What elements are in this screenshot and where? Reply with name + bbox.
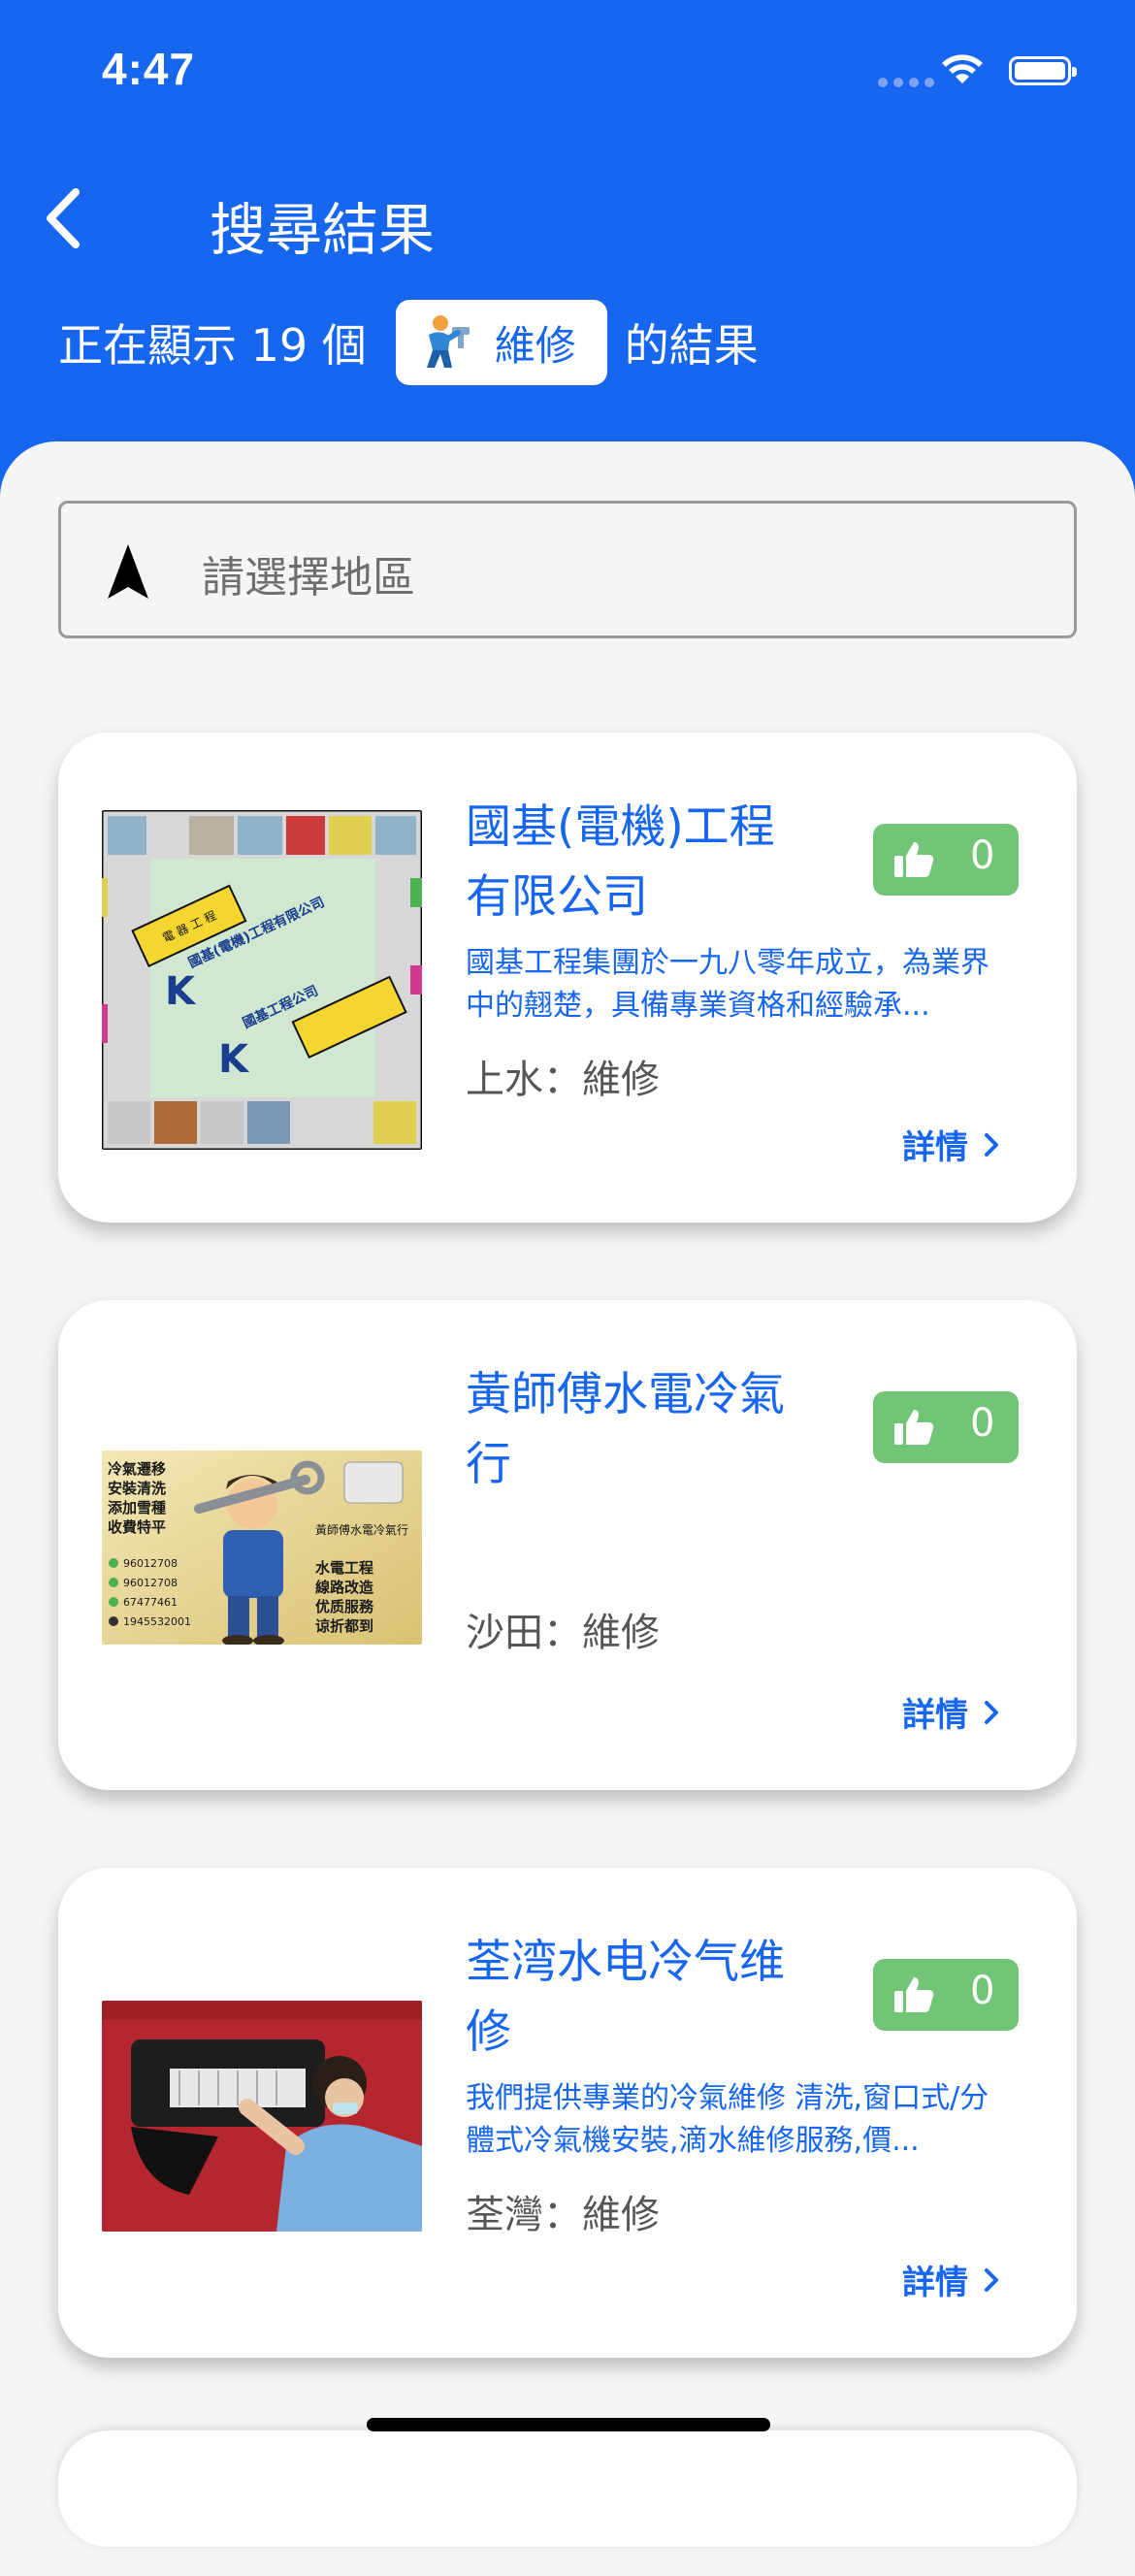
thumbnail-service-text: 線路改造 bbox=[315, 1579, 373, 1596]
listing-card[interactable]: 荃湾水电冷气维修 0 我們提供專業的冷氣維修 清洗,窗口式/分體式冷氣機安裝,滴… bbox=[58, 1868, 1077, 2358]
like-count: 0 bbox=[970, 833, 995, 878]
signal-icon bbox=[878, 78, 936, 89]
listing-name: 黃師傅水電冷氣行 bbox=[466, 1368, 785, 1491]
repair-worker-icon bbox=[426, 315, 470, 368]
listing-card[interactable]: 冷氣遷移 安裝清洗 添加雪種 收費特平 水電工程 線路改造 优质服務 谅折都到 … bbox=[58, 1300, 1077, 1790]
svg-text:K: K bbox=[165, 969, 197, 1014]
chevron-right-icon bbox=[985, 1132, 998, 1157]
thumbs-up-icon bbox=[894, 842, 934, 877]
back-button[interactable] bbox=[39, 184, 87, 252]
listing-card[interactable]: 電 器 工 程 國基(電機)工程有限公司 國基工程公司 K K 國基(電機)工程… bbox=[58, 733, 1077, 1223]
details-link[interactable]: 詳情 bbox=[902, 2256, 999, 2303]
thumbnail-service-text: 安裝清洗 bbox=[108, 1480, 166, 1497]
listing-location: 荃灣：維修 bbox=[466, 2193, 660, 2237]
summary-suffix: 的結果 bbox=[624, 319, 759, 372]
listing-card[interactable] bbox=[58, 2430, 1077, 2547]
thumbnail-service-text: 收費特平 bbox=[108, 1518, 166, 1536]
listing-description: 國基工程集團於一九八零年成立，為業界中的翹楚，具備專業資格和經驗承... bbox=[466, 946, 989, 1023]
region-placeholder: 請選擇地區 bbox=[202, 553, 415, 603]
home-indicator bbox=[367, 2418, 770, 2431]
company-thumbnail bbox=[102, 2001, 422, 2232]
navigation-arrow-icon bbox=[108, 544, 148, 599]
like-button[interactable]: 0 bbox=[873, 824, 1019, 896]
category-label: 維修 bbox=[494, 321, 576, 370]
listing-location: 上水：維修 bbox=[466, 1058, 660, 1102]
thumbnail-service-text: 谅折都到 bbox=[315, 1617, 373, 1635]
like-button[interactable]: 0 bbox=[873, 1391, 1019, 1463]
thumbnail-service-text: 优质服務 bbox=[315, 1598, 374, 1615]
thumbnail-phone: 67477461 bbox=[123, 1596, 178, 1609]
thumbs-up-icon bbox=[894, 1977, 934, 2012]
listing-location: 沙田：維修 bbox=[466, 1611, 660, 1655]
thumbnail-phone: 96012708 bbox=[123, 1557, 178, 1570]
thumbnail-phone: 96012708 bbox=[123, 1577, 178, 1589]
status-time: 4:47 bbox=[102, 44, 196, 94]
region-select[interactable]: 請選擇地區 bbox=[58, 501, 1077, 638]
wifi-icon bbox=[942, 54, 983, 83]
category-chip[interactable]: 維修 bbox=[395, 300, 607, 385]
details-label: 詳情 bbox=[902, 1128, 968, 1167]
thumbnail-service-text: 冷氣遷移 bbox=[108, 1460, 166, 1478]
like-button[interactable]: 0 bbox=[873, 1959, 1019, 2031]
chevron-right-icon bbox=[985, 2267, 998, 2292]
results-summary: 正在顯示 19 個 維修 的結果 bbox=[58, 299, 759, 386]
app-header: 搜尋結果 bbox=[0, 155, 1135, 281]
listing-description: 我們提供專業的冷氣維修 清洗,窗口式/分體式冷氣機安裝,滴水維修服務,價... bbox=[466, 2081, 989, 2158]
svg-text:K: K bbox=[218, 1037, 250, 1082]
details-label: 詳情 bbox=[902, 1696, 968, 1735]
company-thumbnail: 冷氣遷移 安裝清洗 添加雪種 收費特平 水電工程 線路改造 优质服務 谅折都到 … bbox=[102, 1451, 422, 1645]
thumbnail-phone: 1945532001 bbox=[123, 1615, 191, 1628]
battery-icon bbox=[1009, 56, 1077, 85]
chevron-right-icon bbox=[985, 1700, 998, 1724]
summary-prefix: 正在顯示 19 個 bbox=[58, 319, 367, 372]
thumbnail-service-text: 添加雪種 bbox=[108, 1499, 166, 1516]
details-link[interactable]: 詳情 bbox=[902, 1688, 999, 1736]
like-count: 0 bbox=[970, 1969, 995, 2013]
listing-name: 荃湾水电冷气维修 bbox=[466, 1936, 785, 2059]
listing-name: 國基(電機)工程有限公司 bbox=[466, 800, 775, 924]
status-bar: 4:47 bbox=[0, 0, 1135, 136]
thumbnail-banner-text: 黃師傅水電冷氣行 bbox=[315, 1523, 408, 1537]
page-title: 搜尋結果 bbox=[210, 197, 436, 263]
company-thumbnail: 電 器 工 程 國基(電機)工程有限公司 國基工程公司 K K bbox=[102, 810, 422, 1150]
details-label: 詳情 bbox=[902, 2264, 968, 2302]
thumbnail-service-text: 水電工程 bbox=[315, 1559, 373, 1577]
thumbs-up-icon bbox=[894, 1410, 934, 1445]
details-link[interactable]: 詳情 bbox=[902, 1121, 999, 1168]
like-count: 0 bbox=[970, 1401, 995, 1446]
